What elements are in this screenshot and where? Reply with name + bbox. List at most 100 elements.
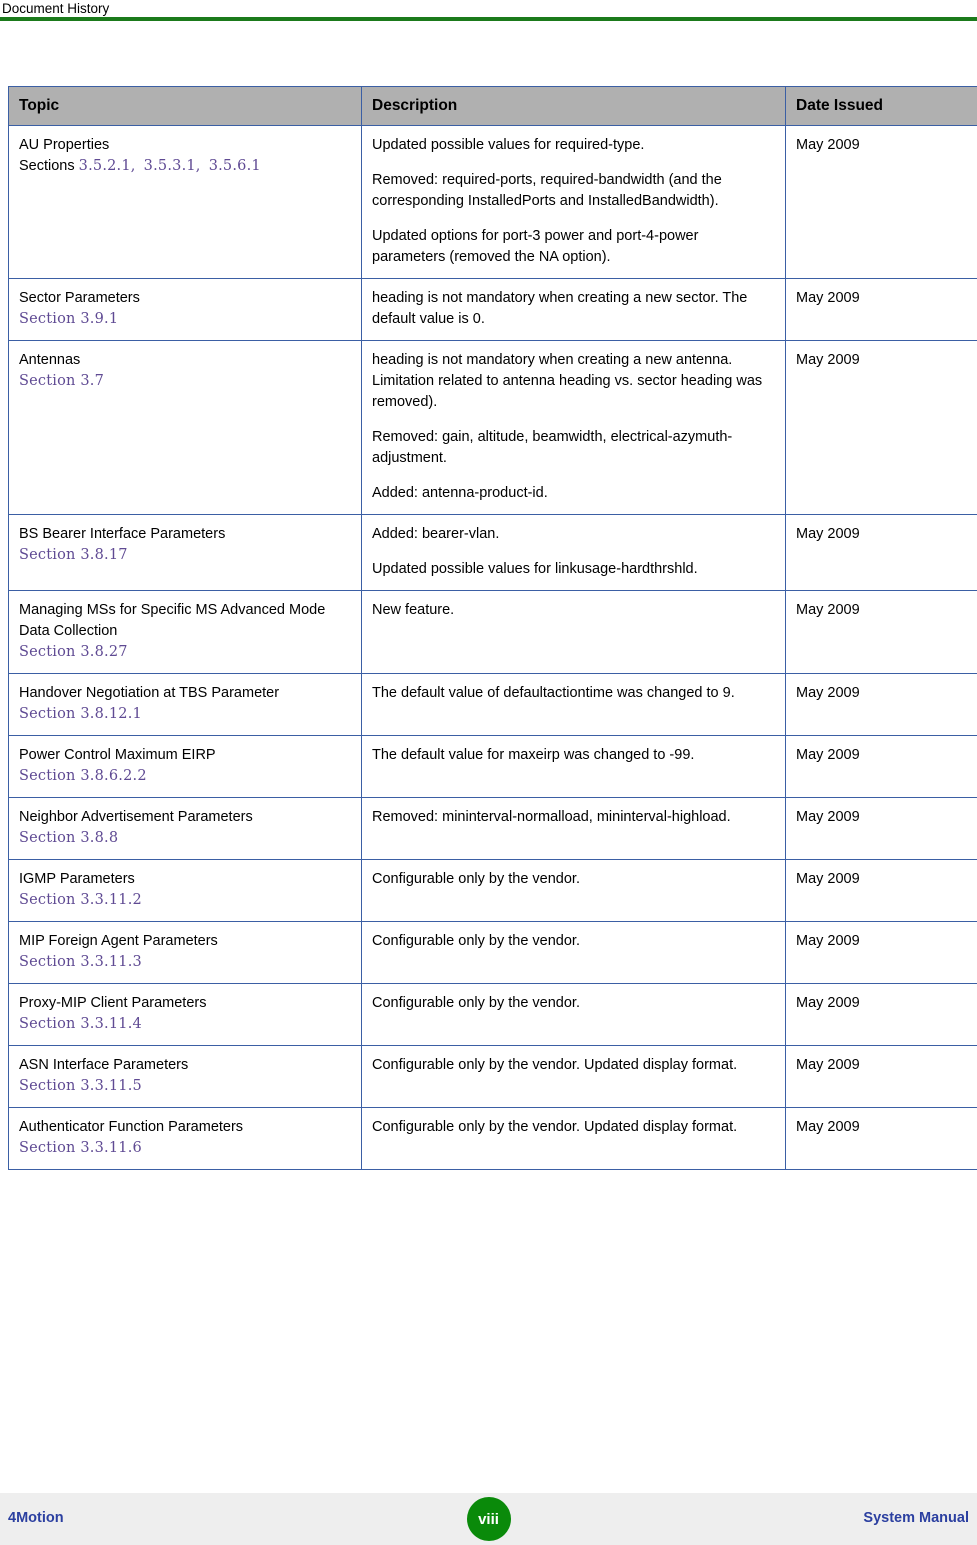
- section-link[interactable]: Section 3.7: [19, 373, 104, 389]
- column-header-date-issued: Date Issued: [785, 86, 977, 126]
- cell-date-issued: May 2009: [785, 340, 977, 515]
- topic-title: Managing MSs for Specific MS Advanced Mo…: [19, 602, 326, 639]
- topic-title: ASN Interface Parameters: [19, 1057, 189, 1073]
- column-header-description: Description: [361, 86, 786, 126]
- topic-title: Sector Parameters: [19, 290, 140, 306]
- cell-topic: Neighbor Advertisement Parameters Section…: [8, 797, 362, 860]
- cell-topic: Proxy-MIP Client Parameters Section 3.3.1…: [8, 983, 362, 1046]
- cell-date-issued: May 2009: [785, 514, 977, 591]
- section-link[interactable]: Section 3.8.27: [19, 644, 128, 660]
- description-paragraph: Updated options for port-3 power and por…: [372, 228, 699, 265]
- description-paragraph: heading is not mandatory when creating a…: [372, 352, 763, 410]
- section-link[interactable]: Section 3.8.8: [19, 830, 118, 846]
- topic-sections-line: Section 3.8.12.1: [19, 704, 351, 725]
- footer-manual-name: System Manual: [863, 1510, 969, 1526]
- description-paragraph: Configurable only by the vendor. Updated…: [372, 1057, 738, 1073]
- table-row: Handover Negotiation at TBS Parameter Sec…: [8, 673, 977, 736]
- section-link[interactable]: Section 3.3.11.2: [19, 892, 142, 908]
- topic-title: Neighbor Advertisement Parameters: [19, 809, 253, 825]
- table-body: AU Properties Sections 3.5.2.1, 3.5.3.1, …: [8, 125, 977, 1170]
- cell-description: Configurable only by the vendor.: [361, 983, 786, 1046]
- cell-description: Removed: mininterval-normalload, mininte…: [361, 797, 786, 860]
- description-paragraph: Removed: gain, altitude, beamwidth, elec…: [372, 429, 733, 466]
- cell-topic: Sector Parameters Section 3.9.1: [8, 278, 362, 341]
- cell-topic: IGMP Parameters Section 3.3.11.2: [8, 859, 362, 922]
- section-link[interactable]: Section 3.8.17: [19, 547, 128, 563]
- table-row: ASN Interface Parameters Section 3.3.11.5…: [8, 1045, 977, 1108]
- topic-sections-line: Section 3.9.1: [19, 309, 351, 330]
- cell-topic: ASN Interface Parameters Section 3.3.11.5: [8, 1045, 362, 1108]
- topic-sections-prefix: Sections: [19, 158, 79, 174]
- cell-date-issued: May 2009: [785, 1045, 977, 1108]
- section-link[interactable]: 3.5.6.1: [209, 158, 261, 174]
- description-paragraph: Configurable only by the vendor. Updated…: [372, 1119, 738, 1135]
- topic-title: BS Bearer Interface Parameters: [19, 526, 226, 542]
- topic-sections-line: Section 3.8.6.2.2: [19, 766, 351, 787]
- section-link[interactable]: Section 3.9.1: [19, 311, 118, 327]
- description-paragraph: Added: antenna-product-id.: [372, 485, 548, 501]
- topic-title: Antennas: [19, 352, 81, 368]
- cell-description: Updated possible values for required-typ…: [361, 125, 786, 279]
- table-header-row: Topic Description Date Issued: [8, 86, 977, 126]
- page-header: Document History: [0, 0, 977, 22]
- cell-date-issued: May 2009: [785, 125, 977, 279]
- topic-sections-line: Section 3.8.27: [19, 642, 351, 663]
- cell-date-issued: May 2009: [785, 921, 977, 984]
- document-history-table: Topic Description Date Issued AU Propert…: [8, 86, 977, 1170]
- section-link[interactable]: 3.5.2.1,: [79, 158, 136, 174]
- description-paragraph: Configurable only by the vendor.: [372, 933, 580, 949]
- section-link[interactable]: Section 3.3.11.3: [19, 954, 142, 970]
- description-paragraph: heading is not mandatory when creating a…: [372, 290, 748, 327]
- cell-description: New feature.: [361, 590, 786, 674]
- footer-page-number: viii: [466, 1497, 511, 1541]
- description-paragraph: Removed: mininterval-normalload, mininte…: [372, 809, 731, 825]
- section-link[interactable]: Section 3.3.11.6: [19, 1140, 142, 1156]
- cell-description: Configurable only by the vendor. Updated…: [361, 1045, 786, 1108]
- topic-title: Handover Negotiation at TBS Parameter: [19, 685, 280, 701]
- description-paragraph: Updated possible values for linkusage-ha…: [372, 561, 698, 577]
- topic-sections-line: Section 3.3.11.6: [19, 1138, 351, 1159]
- table-row: BS Bearer Interface Parameters Section 3.…: [8, 514, 977, 591]
- table-row: Sector Parameters Section 3.9.1 heading is…: [8, 278, 977, 341]
- description-paragraph: Configurable only by the vendor.: [372, 995, 580, 1011]
- section-link[interactable]: Section 3.8.6.2.2: [19, 768, 147, 784]
- topic-sections-line: Section 3.3.11.4: [19, 1014, 351, 1035]
- page-footer: 4Motion viii System Manual: [0, 1493, 977, 1545]
- cell-topic: AU Properties Sections 3.5.2.1, 3.5.3.1, …: [8, 125, 362, 279]
- table-row: AU Properties Sections 3.5.2.1, 3.5.3.1, …: [8, 125, 977, 279]
- cell-date-issued: May 2009: [785, 1107, 977, 1170]
- cell-date-issued: May 2009: [785, 590, 977, 674]
- description-paragraph: The default value of defaultactiontime w…: [372, 685, 735, 701]
- table-row: Antennas Section 3.7 heading is not mandat…: [8, 340, 977, 515]
- section-link[interactable]: Section 3.3.11.4: [19, 1016, 142, 1032]
- cell-date-issued: May 2009: [785, 797, 977, 860]
- cell-description: Configurable only by the vendor.: [361, 859, 786, 922]
- table-row: Managing MSs for Specific MS Advanced Mo…: [8, 590, 977, 674]
- topic-sections-line: Section 3.3.11.5: [19, 1076, 351, 1097]
- topic-title: AU Properties: [19, 137, 110, 153]
- topic-sections-line: Section 3.8.17: [19, 545, 351, 566]
- footer-product-name: 4Motion: [8, 1510, 64, 1526]
- topic-title: Proxy-MIP Client Parameters: [19, 995, 207, 1011]
- cell-description: heading is not mandatory when creating a…: [361, 278, 786, 341]
- cell-date-issued: May 2009: [785, 278, 977, 341]
- table-row: Authenticator Function Parameters Section…: [8, 1107, 977, 1170]
- topic-sections-line: Sections 3.5.2.1, 3.5.3.1, 3.5.6.1: [19, 156, 351, 177]
- section-link[interactable]: Section 3.8.12.1: [19, 706, 142, 722]
- cell-date-issued: May 2009: [785, 735, 977, 798]
- section-link[interactable]: 3.5.3.1,: [144, 158, 201, 174]
- header-rule: [0, 17, 977, 21]
- cell-description: Added: bearer-vlan. Updated possible valu…: [361, 514, 786, 591]
- topic-sections-line: Section 3.7: [19, 371, 351, 392]
- section-link[interactable]: Section 3.3.11.5: [19, 1078, 142, 1094]
- description-paragraph: Removed: required-ports, required-bandwi…: [372, 172, 722, 209]
- table-header: Topic Description Date Issued: [8, 86, 977, 126]
- table-row: Power Control Maximum EIRP Section 3.8.6.…: [8, 735, 977, 798]
- topic-title: Power Control Maximum EIRP: [19, 747, 216, 763]
- cell-topic: Power Control Maximum EIRP Section 3.8.6.…: [8, 735, 362, 798]
- description-paragraph: Configurable only by the vendor.: [372, 871, 580, 887]
- table-row: MIP Foreign Agent Parameters Section 3.3.…: [8, 921, 977, 984]
- topic-title: MIP Foreign Agent Parameters: [19, 933, 218, 949]
- cell-topic: BS Bearer Interface Parameters Section 3.…: [8, 514, 362, 591]
- description-paragraph: The default value for maxeirp was change…: [372, 747, 695, 763]
